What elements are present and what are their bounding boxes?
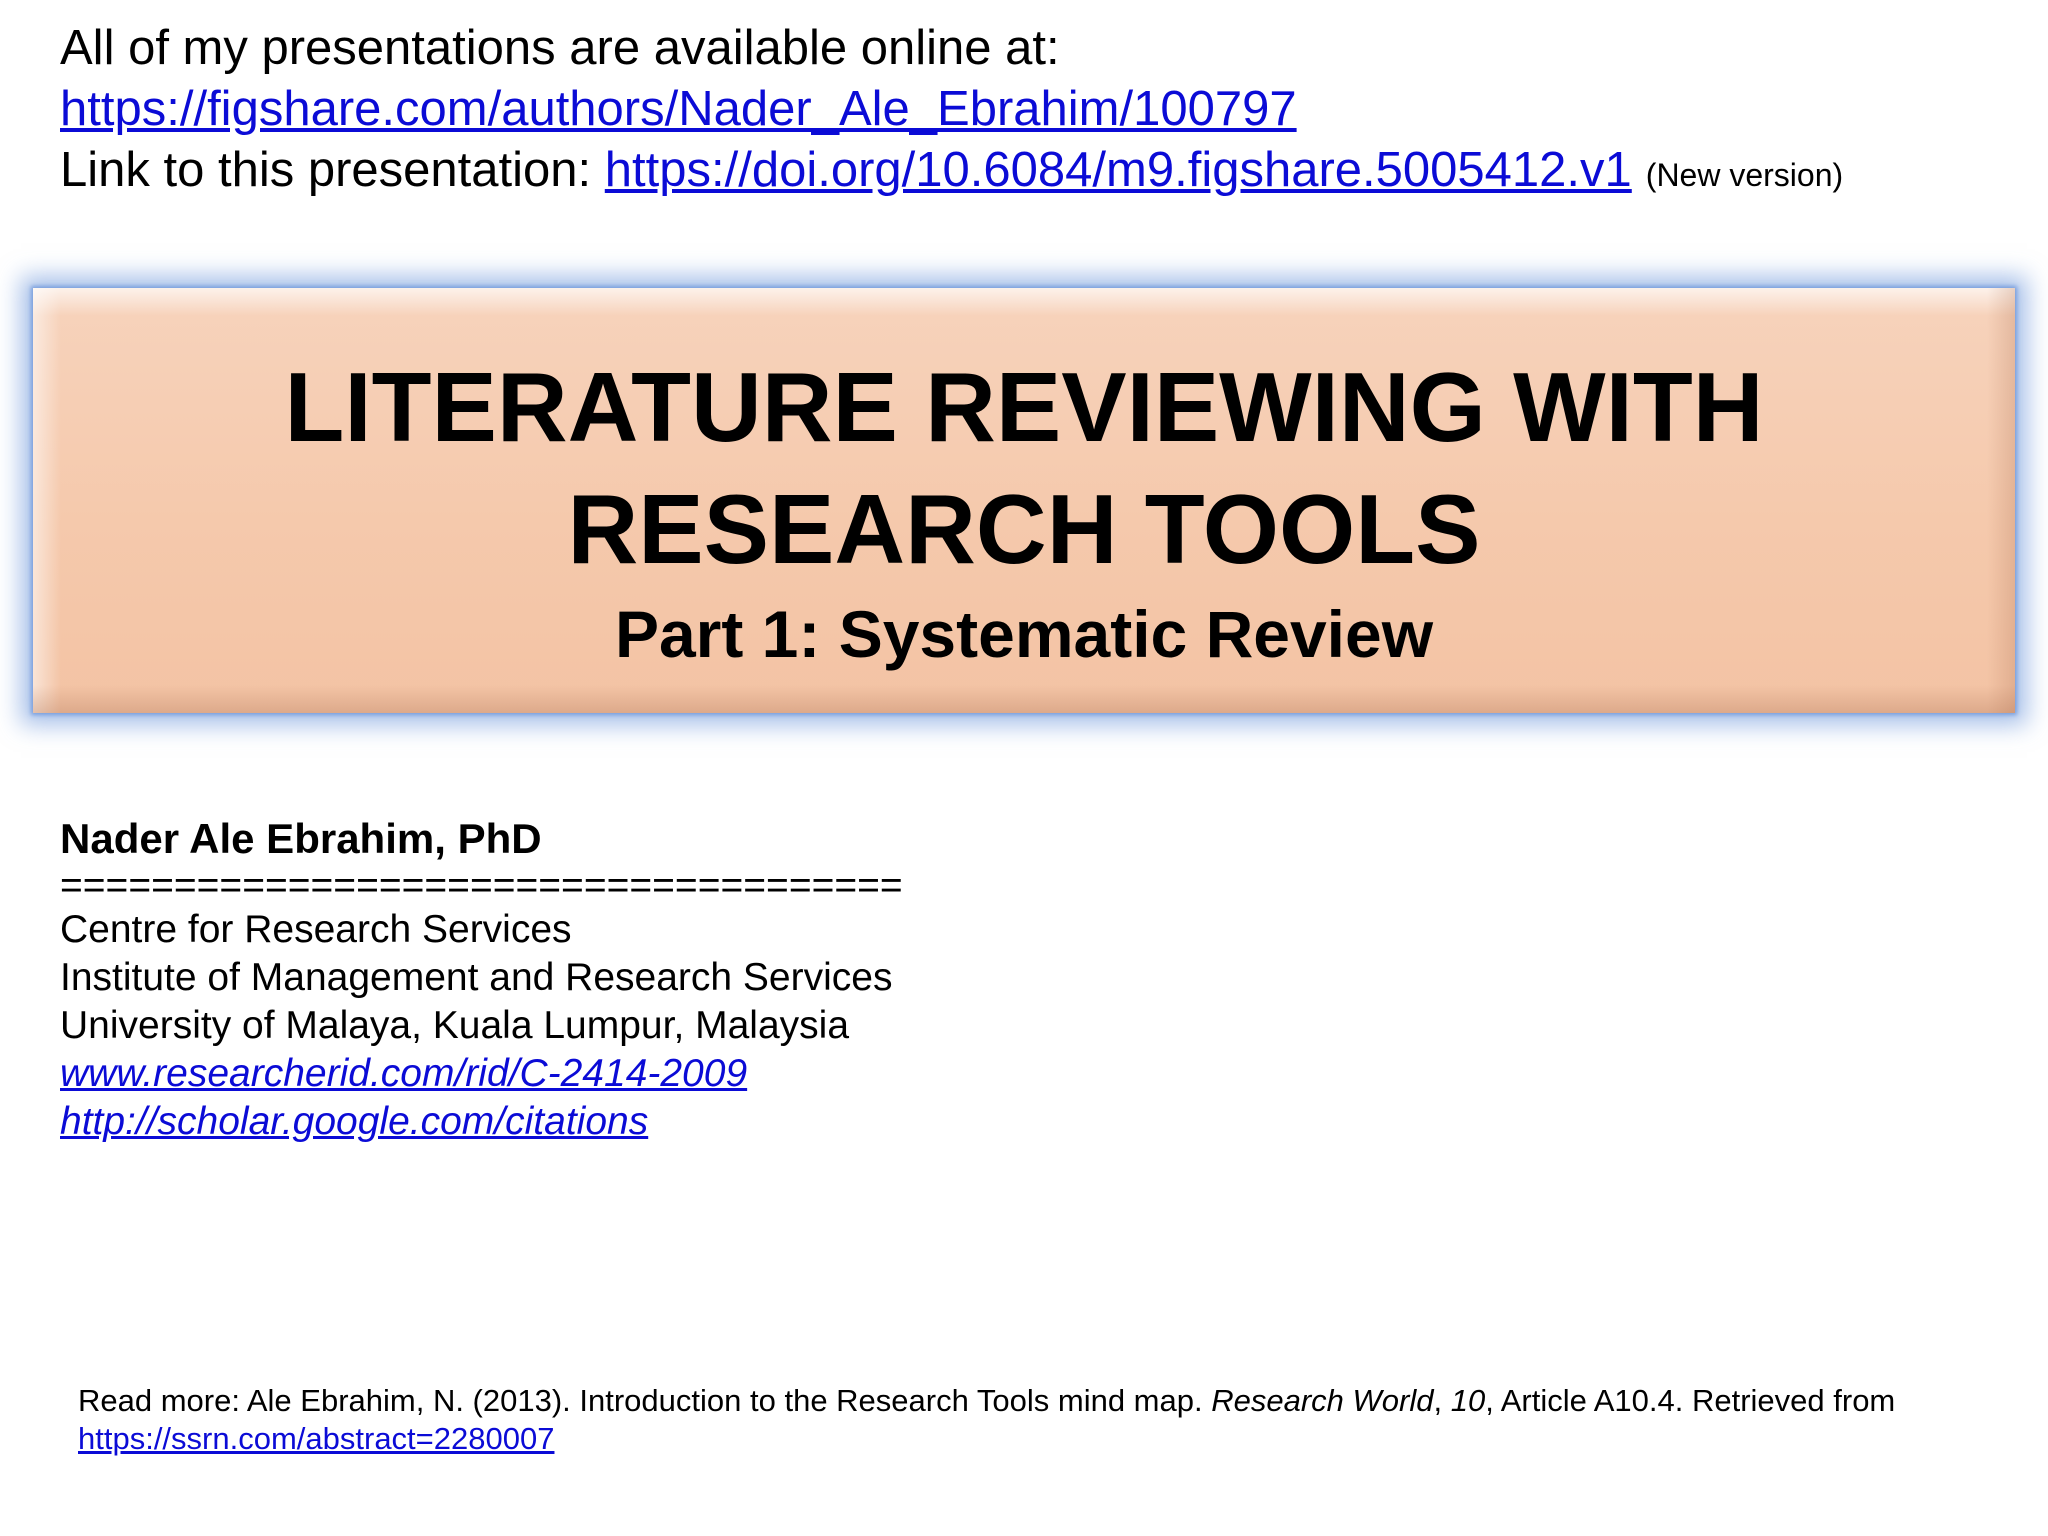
author-block: Nader Ale Ebrahim, PhD =================… [60, 812, 903, 1146]
title-box: LITERATURE REVIEWING WITH RESEARCH TOOLS… [33, 288, 2015, 713]
citation-text: Read more: Ale Ebrahim, N. (2013). Intro… [78, 1383, 1212, 1418]
citation-volume: 10 [1450, 1383, 1486, 1418]
version-note: (New version) [1645, 157, 1844, 193]
google-scholar-link[interactable]: http://scholar.google.com/citations [60, 1098, 903, 1146]
citation-separator: , [1433, 1383, 1451, 1418]
presentation-link-label: Link to this presentation: [60, 143, 605, 197]
author-name: Nader Ale Ebrahim, PhD [60, 815, 542, 862]
affiliation-centre: Centre for Research Services [60, 908, 572, 951]
presentation-subtitle: Part 1: Systematic Review [614, 597, 1434, 671]
presentation-doi-link[interactable]: https://doi.org/10.6084/m9.figshare.5005… [605, 143, 1632, 197]
presentation-title: LITERATURE REVIEWING WITH RESEARCH TOOLS [33, 346, 2015, 590]
author-separator: ===================================== [60, 866, 903, 906]
title-box-bevel-bottom [33, 685, 2015, 713]
affiliation-institute: Institute of Management and Research Ser… [60, 956, 893, 999]
title-line-2: RESEARCH TOOLS [567, 474, 1481, 584]
figshare-profile-link[interactable]: https://figshare.com/authors/Nader_Ale_E… [60, 82, 1297, 136]
researcherid-link[interactable]: www.researcherid.com/rid/C-2414-2009 [60, 1050, 903, 1098]
affiliation-university: University of Malaya, Kuala Lumpur, Mala… [60, 1004, 850, 1047]
footer-citation: Read more: Ale Ebrahim, N. (2013). Intro… [78, 1382, 1978, 1458]
citation-journal: Research World [1211, 1383, 1434, 1418]
citation-suffix: , Article A10.4. Retrieved from [1485, 1383, 1896, 1418]
ssrn-link[interactable]: https://ssrn.com/abstract=2280007 [78, 1421, 554, 1456]
title-box-bevel-top [33, 288, 2015, 316]
header-intro-text: All of my presentations are available on… [60, 21, 1060, 75]
title-line-1: LITERATURE REVIEWING WITH [284, 352, 1764, 462]
header-block: All of my presentations are available on… [60, 18, 1843, 206]
presentation-link-line: Link to this presentation: https://doi.o… [60, 140, 1843, 206]
